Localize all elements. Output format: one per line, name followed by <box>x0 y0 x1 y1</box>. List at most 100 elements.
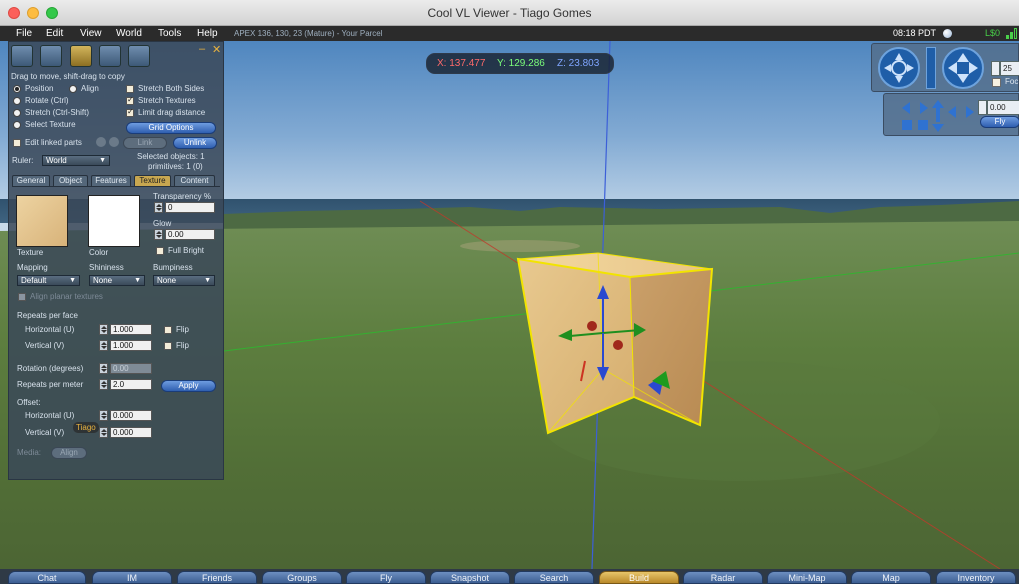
vertical-field[interactable]: 1.000 <box>110 340 152 351</box>
toolbar-groups[interactable]: Groups <box>262 571 342 584</box>
menu-world[interactable]: World <box>116 26 142 41</box>
shininess-select[interactable]: None <box>89 275 145 286</box>
check-edit-linked[interactable] <box>13 139 21 147</box>
tab-features[interactable]: Features <box>91 175 131 186</box>
build-hint: Drag to move, shift-drag to copy <box>11 72 125 81</box>
sun-icon <box>943 29 952 38</box>
parcel-info[interactable]: APEX 136, 130, 23 (Mature) - Your Parcel <box>234 26 383 41</box>
tab-content[interactable]: Content <box>174 175 215 186</box>
glow-spinner[interactable] <box>154 229 163 240</box>
transparency-spinner[interactable] <box>154 202 163 213</box>
menu-view[interactable]: View <box>80 26 102 41</box>
window-minimize-button[interactable] <box>27 7 39 19</box>
move-tool-icon[interactable] <box>40 45 62 67</box>
signal-icon[interactable] <box>1006 28 1019 39</box>
create-tool-icon[interactable] <box>99 45 121 67</box>
camera-orbit-icon[interactable] <box>878 47 920 89</box>
transparency-field[interactable]: 0 <box>165 202 215 213</box>
toolbar-chat[interactable]: Chat <box>8 571 86 584</box>
prev-linked-icon[interactable] <box>96 137 106 147</box>
toolbar-search[interactable]: Search <box>514 571 594 584</box>
check-flip-horizontal[interactable] <box>164 326 172 334</box>
balance[interactable]: L$0 <box>985 26 1000 41</box>
check-stretch-textures[interactable] <box>126 95 134 105</box>
check-align-planar[interactable] <box>18 293 26 301</box>
toolbar-snapshot[interactable]: Snapshot <box>430 571 510 584</box>
unlink-button[interactable]: Unlink <box>173 137 217 149</box>
repeats-per-meter-spinner[interactable] <box>99 379 108 390</box>
menu-edit[interactable]: Edit <box>46 26 63 41</box>
camera-zoom-value[interactable]: 25 <box>1000 61 1019 76</box>
fly-speed-spinner[interactable] <box>978 100 987 115</box>
label-stretch-both-sides: Stretch Both Sides <box>138 84 205 93</box>
close-icon[interactable]: ✕ <box>212 43 221 56</box>
radio-align[interactable] <box>69 85 77 93</box>
toolbar-radar[interactable]: Radar <box>683 571 763 584</box>
check-limit-drag[interactable] <box>126 107 134 117</box>
color-swatch[interactable] <box>88 195 140 247</box>
radio-position[interactable] <box>13 85 21 93</box>
window-title: Cool VL Viewer - Tiago Gomes <box>427 6 592 20</box>
ruler-select[interactable]: World <box>42 155 110 166</box>
camera-zoom-spinner[interactable] <box>991 61 1000 76</box>
focus-tool-icon[interactable] <box>11 45 33 67</box>
texture-label: Texture <box>17 248 44 257</box>
edit-tool-icon[interactable] <box>70 45 92 67</box>
toolbar-friends[interactable]: Friends <box>177 571 257 584</box>
window-close-button[interactable] <box>8 7 20 19</box>
rotation-field[interactable]: 0.00 <box>110 363 152 374</box>
rotation-spinner[interactable] <box>99 363 108 374</box>
horizontal-spinner[interactable] <box>99 324 108 335</box>
grid-options-button[interactable]: Grid Options <box>126 122 216 134</box>
toolbar-build[interactable]: Build <box>599 571 679 584</box>
toolbar-inventory[interactable]: Inventory <box>936 571 1016 584</box>
bumpiness-select[interactable]: None <box>153 275 215 286</box>
shininess-label: Shininess <box>89 263 124 272</box>
fly-speed-value[interactable]: 0.00 <box>987 100 1019 115</box>
check-full-bright[interactable] <box>156 247 164 255</box>
window-zoom-button[interactable] <box>46 7 58 19</box>
camera-zoom-slider[interactable] <box>926 47 936 89</box>
offset-horizontal-spinner[interactable] <box>99 410 108 421</box>
camera-focus-checkbox[interactable] <box>992 78 1001 87</box>
offset-vertical-spinner[interactable] <box>99 427 108 438</box>
link-button[interactable]: Link <box>123 137 167 149</box>
label-stretch: Stretch (Ctrl-Shift) <box>25 108 90 117</box>
label-position: Position <box>25 84 54 93</box>
bumpiness-label: Bumpiness <box>153 263 193 272</box>
mapping-select[interactable]: Default <box>17 275 80 286</box>
toolbar-fly[interactable]: Fly <box>346 571 426 584</box>
camera-pan-icon[interactable] <box>942 47 984 89</box>
camera-focus-label: Foc <box>1005 77 1019 86</box>
check-stretch-both-sides[interactable] <box>126 85 134 93</box>
radio-rotate[interactable] <box>13 97 21 105</box>
menu-help[interactable]: Help <box>197 26 218 41</box>
toolbar-map[interactable]: Map <box>851 571 931 584</box>
repeats-per-meter-field[interactable]: 2.0 <box>110 379 152 390</box>
label-align-planar: Align planar textures <box>30 292 103 301</box>
tab-texture[interactable]: Texture <box>134 175 171 186</box>
vertical-spinner[interactable] <box>99 340 108 351</box>
move-arrows-icon[interactable] <box>898 98 978 134</box>
fly-button[interactable]: Fly <box>980 116 1019 128</box>
land-tool-icon[interactable] <box>128 45 150 67</box>
toolbar-minimap[interactable]: Mini-Map <box>767 571 847 584</box>
media-align-button[interactable]: Align <box>51 447 87 459</box>
menu-tools[interactable]: Tools <box>158 26 181 41</box>
texture-swatch[interactable] <box>16 195 68 247</box>
next-linked-icon[interactable] <box>109 137 119 147</box>
toolbar-im[interactable]: IM <box>92 571 172 584</box>
glow-field[interactable]: 0.00 <box>165 229 215 240</box>
minimize-icon[interactable]: – <box>199 43 205 55</box>
radio-select-texture[interactable] <box>13 121 21 129</box>
offset-horizontal-field[interactable]: 0.000 <box>110 410 152 421</box>
apply-button[interactable]: Apply <box>161 380 216 392</box>
offset-label: Offset: <box>17 398 41 407</box>
offset-vertical-field[interactable]: 0.000 <box>110 427 152 438</box>
radio-stretch[interactable] <box>13 109 21 117</box>
menu-file[interactable]: File <box>16 26 32 41</box>
tab-object[interactable]: Object <box>53 175 88 186</box>
tab-general[interactable]: General <box>12 175 50 186</box>
check-flip-vertical[interactable] <box>164 342 172 350</box>
horizontal-field[interactable]: 1.000 <box>110 324 152 335</box>
